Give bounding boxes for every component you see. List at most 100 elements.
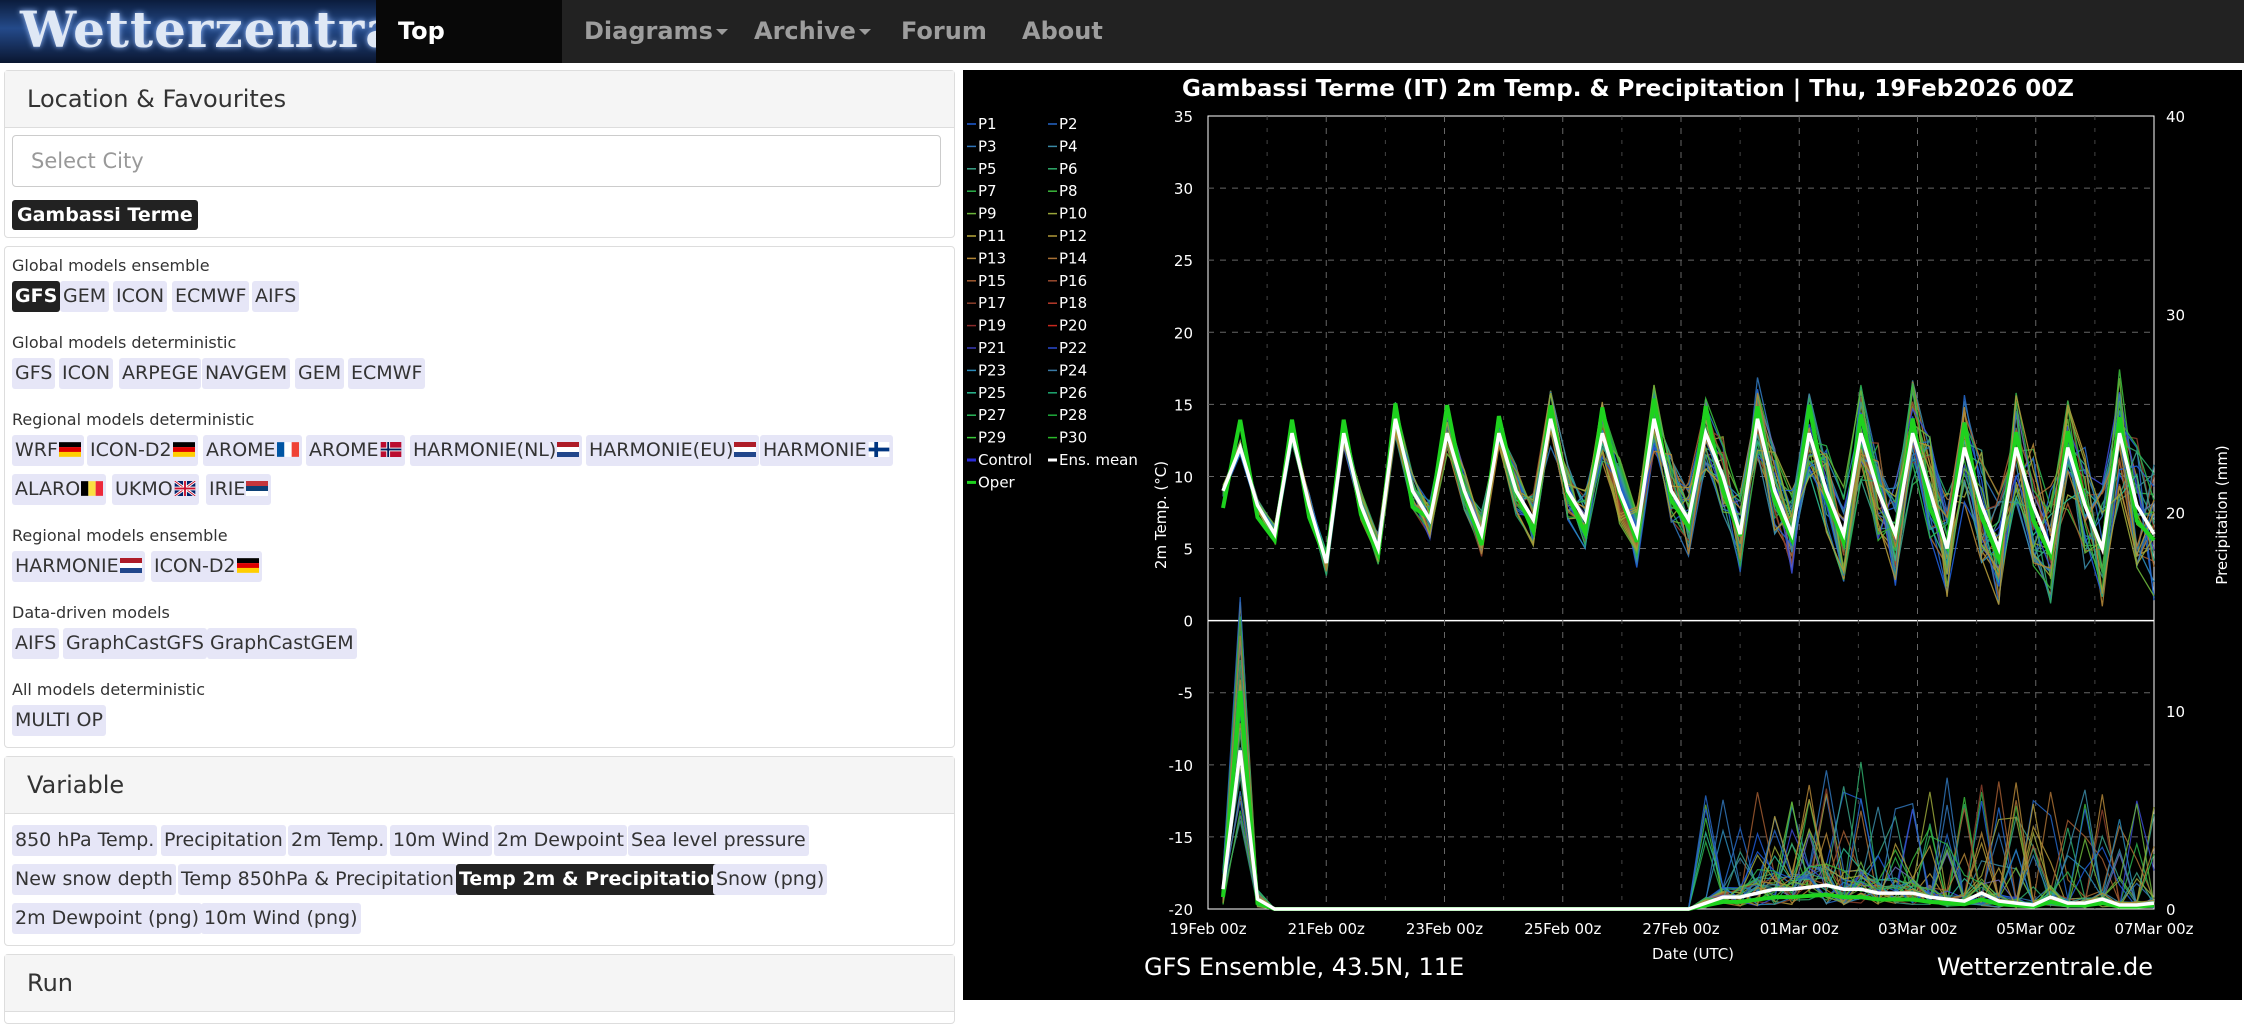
var-2m-temp[interactable]: 2m Temp.	[288, 825, 388, 856]
model-graphcast-gem[interactable]: GraphCastGEM	[207, 628, 357, 659]
model-harmonie-ens[interactable]: HARMONIE	[12, 551, 145, 582]
legend-label: P5	[978, 160, 997, 178]
legend-label: Ens. mean	[1059, 451, 1138, 469]
logo-text: Wetterzentrale	[20, 0, 376, 59]
group-label: Global models ensemble	[12, 256, 210, 275]
chart-footer-left: GFS Ensemble, 43.5N, 11E	[1144, 953, 1464, 981]
x-tick-label: 23Feb 00z	[1406, 920, 1483, 938]
model-multi-op[interactable]: MULTI OP	[12, 705, 106, 736]
germany-flag-icon	[58, 442, 81, 457]
model-aifs-dd[interactable]: AIFS	[12, 628, 60, 659]
legend-label: P20	[1059, 317, 1087, 335]
location-panel: Location & Favourites Select City Gambas…	[4, 70, 955, 238]
model-gem-ens[interactable]: GEM	[60, 281, 110, 312]
btn-label: AROME	[309, 439, 379, 461]
y-tick-label: -20	[1169, 901, 1194, 919]
model-icon-d2[interactable]: ICON-D2	[87, 435, 198, 466]
var-2m-dewpoint[interactable]: 2m Dewpoint	[494, 825, 627, 856]
model-icon-ens[interactable]: ICON	[113, 281, 168, 312]
x-tick-label: 07Mar 00z	[2114, 920, 2193, 938]
location-title: Location & Favourites	[5, 71, 954, 128]
legend-label: P23	[978, 361, 1006, 379]
btn-label: HARMONIE	[763, 439, 867, 461]
nav-top-karten[interactable]: Top Karten	[376, 0, 562, 108]
btn-label: HARMONIE(NL)	[413, 439, 557, 461]
legend-label: P6	[1059, 160, 1078, 178]
var-precipitation[interactable]: Precipitation	[161, 825, 286, 856]
var-temp850-precip[interactable]: Temp 850hPa & Precipitation	[178, 864, 457, 895]
models-panel: Global models ensemble GFS GEM ICON ECMW…	[4, 246, 955, 748]
model-ecmwf-det[interactable]: ECMWF	[348, 358, 426, 389]
y-tick-label: -5	[1178, 685, 1193, 703]
model-icon-det[interactable]: ICON	[59, 358, 114, 389]
legend-label: P24	[1059, 361, 1087, 379]
model-arome-fr[interactable]: AROME	[203, 435, 302, 466]
norway-flag-icon	[380, 442, 401, 457]
model-aifs-ens[interactable]: AIFS	[252, 281, 300, 312]
model-ecmwf-ens[interactable]: ECMWF	[172, 281, 250, 312]
meteogram-chart: Gambassi Terme (IT) 2m Temp. & Precipita…	[963, 70, 2242, 1000]
model-arpege-det[interactable]: ARPEGE	[119, 358, 202, 389]
var-sea-level-pressure[interactable]: Sea level pressure	[628, 825, 809, 856]
model-icon-d2-ens[interactable]: ICON-D2	[151, 551, 262, 582]
y-tick-label: 30	[1174, 180, 1193, 198]
legend-label: Oper	[978, 473, 1016, 491]
model-alaro[interactable]: ALARO	[12, 474, 107, 505]
ensemble-member-precip-line	[1222, 689, 2155, 910]
var-temp2m-precip[interactable]: Temp 2m & Precipitation	[456, 864, 727, 895]
group-label: Regional models ensemble	[12, 526, 228, 545]
ensemble-member-precip-line	[1222, 601, 2155, 910]
legend-label: P19	[978, 317, 1006, 335]
model-gem-det[interactable]: GEM	[295, 358, 345, 389]
chart-footer-right: Wetterzentrale.de	[1937, 953, 2153, 981]
model-harmonie-nl[interactable]: HARMONIE(NL)	[410, 435, 583, 466]
y-tick-label: -15	[1169, 829, 1194, 847]
model-ukmo[interactable]: UKMO	[112, 474, 199, 505]
legend-label: P15	[978, 272, 1006, 290]
legend-label: P13	[978, 249, 1006, 267]
favourite-city[interactable]: Gambassi Terme	[12, 200, 198, 230]
model-wrf[interactable]: WRF	[12, 435, 84, 466]
group-label: Regional models deterministic	[12, 410, 255, 429]
germany-flag-icon	[172, 442, 195, 457]
y-tick-label: 25	[1174, 252, 1193, 270]
city-search-input[interactable]: Select City	[12, 135, 941, 187]
nav-about[interactable]: About	[1000, 0, 1125, 63]
ensemble-member-precip-line	[1222, 645, 2155, 910]
btn-label: IRIE	[209, 478, 246, 500]
nav-forum[interactable]: Forum	[879, 0, 1009, 63]
model-graphcast-gfs[interactable]: GraphCastGFS	[63, 628, 207, 659]
var-850hpa-temp[interactable]: 850 hPa Temp.	[12, 825, 158, 856]
nav-archive[interactable]: Archive	[732, 0, 893, 63]
nav-diagrams[interactable]: Diagrams	[562, 0, 750, 63]
model-gfs-det[interactable]: GFS	[12, 358, 56, 389]
btn-label: WRF	[15, 439, 58, 461]
model-arome-no[interactable]: AROME	[306, 435, 405, 466]
x-tick-label: 01Mar 00z	[1760, 920, 1839, 938]
legend-label: P16	[1059, 272, 1087, 290]
legend-label: Control	[978, 451, 1032, 469]
model-navgem-det[interactable]: NAVGEM	[202, 358, 291, 389]
y-tick-label: 35	[1174, 108, 1193, 126]
y-tick-label: 0	[1183, 613, 1193, 631]
model-irie[interactable]: IRIE	[206, 474, 272, 505]
legend-label: P11	[978, 227, 1006, 245]
site-logo[interactable]: Wetterzentrale	[0, 0, 376, 63]
var-10m-wind[interactable]: 10m Wind	[390, 825, 493, 856]
var-snow-png[interactable]: Snow (png)	[713, 864, 828, 895]
top-navbar: Wetterzentrale Top Karten Diagrams Archi…	[0, 0, 2244, 108]
var-10m-wind-png[interactable]: 10m Wind (png)	[201, 903, 361, 934]
legend-label: P3	[978, 137, 997, 155]
chart-title: Gambassi Terme (IT) 2m Temp. & Precipita…	[1182, 76, 2074, 102]
legend-label: P22	[1059, 339, 1087, 357]
run-title: Run	[5, 955, 954, 1012]
var-new-snow-depth[interactable]: New snow depth	[12, 864, 176, 895]
meteogram-svg: Gambassi Terme (IT) 2m Temp. & Precipita…	[967, 76, 2231, 981]
var-2m-dewpoint-png[interactable]: 2m Dewpoint (png)	[12, 903, 202, 934]
group-label: Global models deterministic	[12, 333, 237, 352]
model-harmonie-eu[interactable]: HARMONIE(EU)	[586, 435, 760, 466]
model-harmonie-fi[interactable]: HARMONIE	[760, 435, 893, 466]
model-gfs-ens[interactable]: GFS	[12, 281, 61, 312]
netherlands-flag-icon	[119, 558, 142, 573]
legend-label: P1	[978, 115, 997, 133]
